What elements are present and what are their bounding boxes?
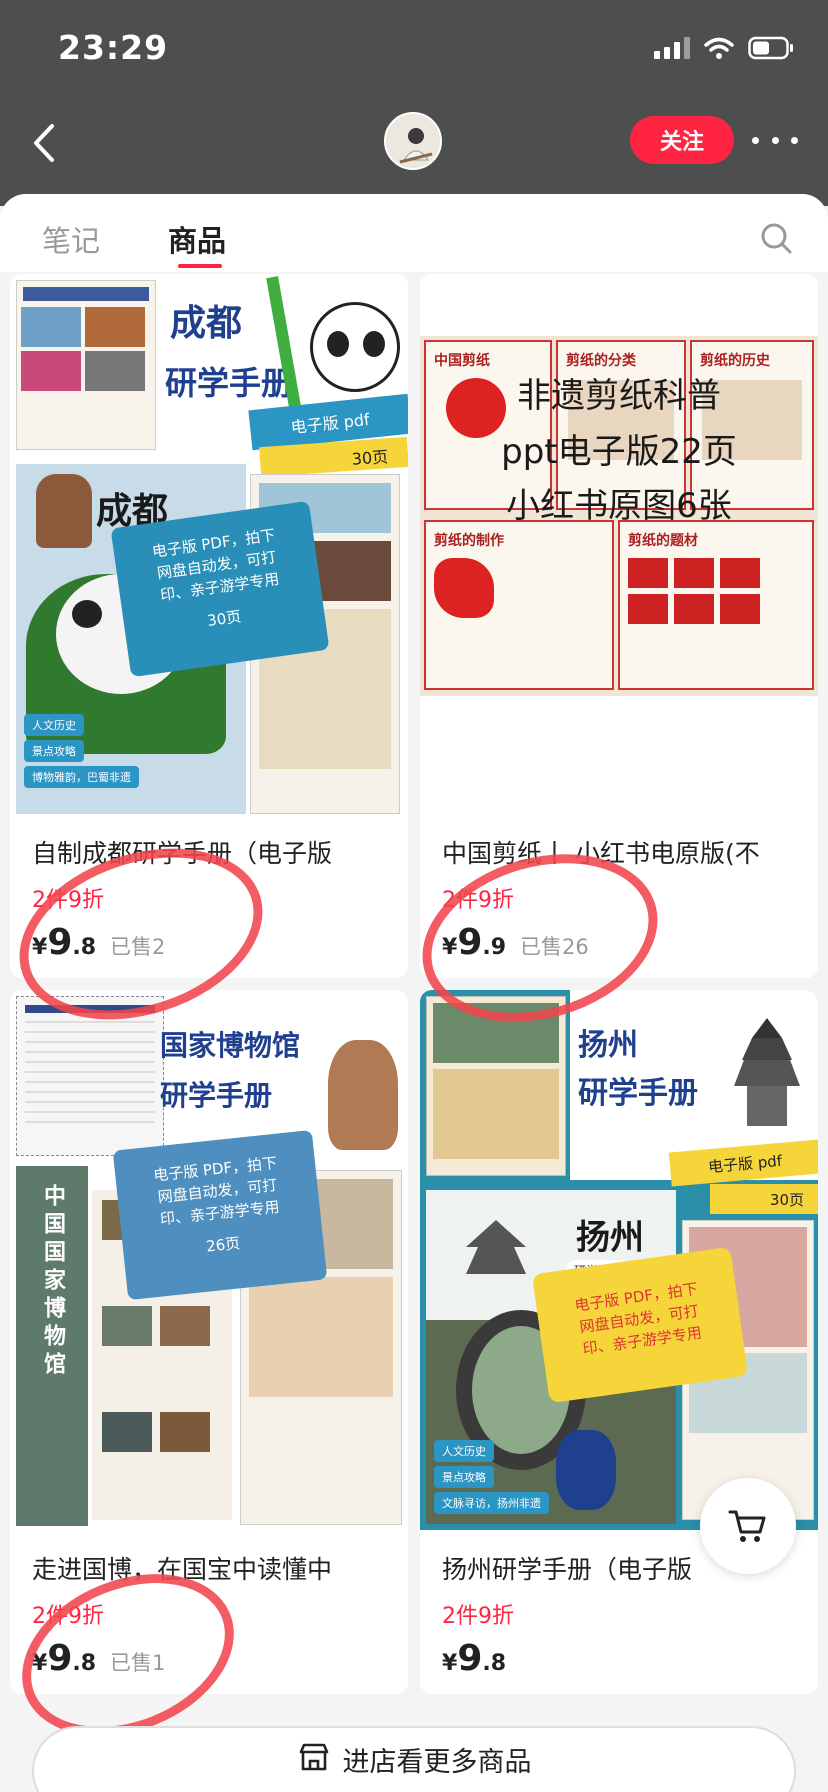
more-icon[interactable] [752,118,798,162]
product-image: 中国剪纸 剪纸的分类 剪纸的历史 剪纸的制作 剪纸的题材 非遗剪纸科普 ppt电… [420,274,818,814]
currency-symbol: ¥ [442,1651,458,1676]
cover-heading: 成都 [170,303,243,344]
store-icon [299,1743,328,1771]
product-image: 国家博物馆 研学手册 中国国家博物馆 电子版 PDF，拍下 网盘自动发，可打 印… [10,990,408,1530]
cover-banner: 电子版 PDF，拍下 网盘自动发，可打 印、亲子游学专用 [531,1246,749,1404]
price-integer: 9 [457,1638,483,1679]
promo-tag: 2件9折 [442,1604,514,1629]
battery-icon [748,36,794,60]
tab-bar: 笔记 商品 [0,194,828,272]
back-button[interactable] [26,118,66,168]
panel-title: 剪纸的制作 [434,533,504,549]
cover-tag: 文脉寻访，扬州非遗 [434,1492,549,1514]
cover-banner: 电子版 PDF，拍下 网盘自动发，可打 印、亲子游学专用 26页 [112,1129,328,1301]
cart-button[interactable] [700,1478,796,1574]
status-time: 23:29 [58,28,169,67]
price-decimal: .8 [482,1651,507,1676]
overlay-text: 非遗剪纸科普 [517,376,721,416]
cover-tag: 景点攻略 [434,1466,494,1488]
product-image: 成都 研学手册 电子版 pdf 30页 成都 人文历史 景点攻略 博物雅韵，巴蜀… [10,274,408,814]
search-icon[interactable] [758,220,794,256]
panel-title: 剪纸的历史 [700,353,770,369]
overlay-text: ppt电子版22页 [501,432,737,472]
tab-notes[interactable]: 笔记 [42,218,100,260]
statue-illustration [328,1040,398,1150]
cover-tag: 人文历史 [434,1440,494,1462]
active-tab-indicator [178,264,222,268]
avatar[interactable] [384,112,442,170]
panda-illustration [310,302,400,392]
cover-pages: 30页 [710,1184,818,1214]
cover-subheading: 研学手册 [578,1076,698,1111]
pagoda-illustration [732,1018,802,1138]
cover-subheading: 研学手册 [160,1079,273,1112]
panel-title: 剪纸的题材 [628,533,698,549]
panel-title: 中国剪纸 [434,353,490,369]
price-row: ¥ 9 .8 [442,1638,506,1679]
product-image: 扬州 研学手册 电子版 pdf 30页 扬州 研学手册 人文历史 景点攻略 文脉… [420,990,818,1530]
wifi-icon [704,37,734,59]
overlay-text: 小红书原图6张 [506,486,732,526]
cart-icon [728,1510,766,1542]
cover-tag: 人文历史 [24,714,84,736]
cover-heading: 扬州 [578,1028,638,1063]
tab-goods[interactable]: 商品 [168,218,226,260]
cover-subheading: 研学手册 [165,364,294,402]
product-card-yangzhou[interactable]: 扬州 研学手册 电子版 pdf 30页 扬州 研学手册 人文历史 景点攻略 文脉… [420,990,818,1694]
shop-more-label: 进店看更多商品 [342,1747,532,1778]
cover-side-title: 中国国家博物馆 [40,1184,65,1380]
cover-banner: 电子版 PDF，拍下 网盘自动发，可打 印、亲子游学专用 30页 [110,500,330,678]
back-arrow-icon [34,124,54,162]
follow-button[interactable]: 关注 [630,116,734,164]
cover-panel-title: 扬州 [576,1218,644,1258]
top-bar: 23:29 关注 [0,0,828,206]
panel-title: 剪纸的分类 [566,353,636,369]
cover-heading: 国家博物馆 [160,1029,301,1062]
product-title: 走进国博，在国宝中读懂中 [32,1555,333,1584]
shop-more-button[interactable]: 进店看更多商品 [32,1726,796,1792]
signal-icon [654,37,690,59]
product-title: 中国剪纸丨 小红书电原版(不 [442,839,760,868]
cover-tag: 景点攻略 [24,740,84,762]
status-icons [654,36,794,60]
cover-tag: 博物雅韵，巴蜀非遗 [24,766,139,788]
